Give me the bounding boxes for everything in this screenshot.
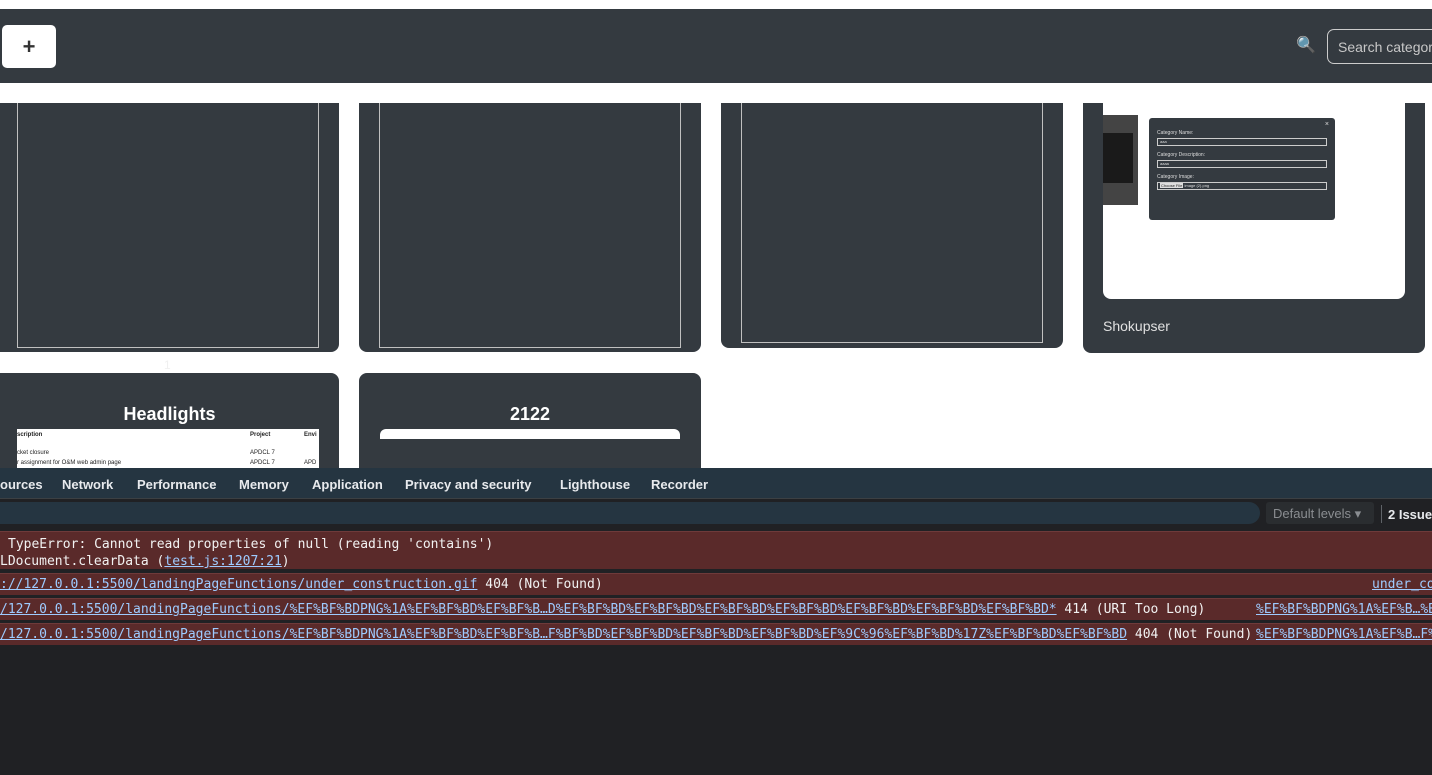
table-header: Project bbox=[250, 432, 271, 438]
console-error-row: TypeError: Cannot read properties of nul… bbox=[0, 531, 1432, 569]
error-message: TypeError: Cannot read properties of nul… bbox=[8, 537, 494, 552]
log-levels-dropdown[interactable]: Default levels ▾ bbox=[1266, 502, 1374, 524]
table-cell: APDCL 7 bbox=[250, 450, 275, 456]
table-cell: APDCL 7 bbox=[250, 460, 275, 466]
stack-prefix: LDocument.clearData ( bbox=[0, 554, 165, 569]
error-request: /127.0.0.1:5500/landingPageFunctions/%EF… bbox=[0, 602, 1205, 617]
devtools-tab-bar: ources Network Performance Memory Applic… bbox=[0, 468, 1432, 499]
card-title: 2122 bbox=[509, 404, 551, 424]
card-title: Shokupser bbox=[1103, 318, 1170, 334]
divider bbox=[1381, 505, 1382, 523]
tab-recorder[interactable]: Recorder bbox=[651, 477, 708, 492]
top-toolbar: + 🔍 bbox=[0, 9, 1432, 83]
issues-counter[interactable]: 2 Issues bbox=[1388, 507, 1432, 522]
source-link[interactable]: %EF%BF%BDPNG%1A%EF%B…%BD bbox=[1256, 602, 1432, 617]
devtools-panel: ources Network Performance Memory Applic… bbox=[0, 468, 1432, 775]
table-preview-image: scription Project Envi cket closure APDC… bbox=[17, 429, 319, 469]
card-garbled-title: □□�□�□� □A|�.�.�!□!H!u!�!�! bbox=[746, 355, 1021, 371]
request-url-link[interactable]: /127.0.0.1:5500/landingPageFunctions/%EF… bbox=[0, 602, 1057, 617]
card-garbled-title: �□□�n�□p��y�=�\���N□h7��� bbox=[380, 358, 691, 374]
category-card-shokupser[interactable]: × Category Name: aaa Category Descriptio… bbox=[1083, 103, 1425, 353]
form-label: Category Name: bbox=[1157, 130, 1194, 136]
form-label: Category Description: bbox=[1157, 152, 1206, 158]
search-input[interactable] bbox=[1327, 29, 1432, 64]
form-label: Category Image: bbox=[1157, 174, 1194, 180]
tab-sources[interactable]: ources bbox=[0, 477, 43, 492]
tab-network[interactable]: Network bbox=[62, 477, 113, 492]
search-icon: 🔍 bbox=[1296, 37, 1316, 54]
form-field: aaaa bbox=[1157, 160, 1327, 168]
console-filter-input[interactable] bbox=[0, 502, 1260, 524]
card-image-frame bbox=[379, 103, 681, 348]
source-link[interactable]: %EF%BF%BDPNG%1A%EF%B…F%BF bbox=[1256, 627, 1432, 642]
table-header: Envi bbox=[304, 432, 317, 438]
form-field: aaa bbox=[1157, 138, 1327, 146]
card-image bbox=[380, 429, 680, 439]
request-status: 404 (Not Found) bbox=[477, 577, 603, 592]
card-image-frame bbox=[17, 103, 319, 348]
tab-performance[interactable]: Performance bbox=[137, 477, 216, 492]
request-url-link[interactable]: ://127.0.0.1:5500/landingPageFunctions/u… bbox=[0, 577, 477, 592]
stack-suffix: ) bbox=[281, 554, 290, 569]
tab-application[interactable]: Application bbox=[312, 477, 383, 492]
card-image: × Category Name: aaa Category Descriptio… bbox=[1103, 103, 1405, 299]
card-image-frame bbox=[741, 103, 1043, 343]
category-card-headlights[interactable]: Headlights scription Project Envi cket c… bbox=[0, 373, 339, 483]
category-card[interactable] bbox=[721, 103, 1063, 348]
thumbnail-image bbox=[1103, 115, 1138, 205]
request-status: 404 (Not Found) bbox=[1127, 627, 1253, 642]
request-url-link[interactable]: /127.0.0.1:5500/landingPageFunctions/%EF… bbox=[0, 627, 1127, 642]
close-icon: × bbox=[1324, 121, 1329, 128]
screenshot-form-preview: × Category Name: aaa Category Descriptio… bbox=[1149, 118, 1335, 220]
category-card[interactable] bbox=[0, 103, 339, 352]
table-header: scription bbox=[17, 432, 43, 438]
category-card[interactable] bbox=[359, 103, 701, 352]
form-file-field: Choose File image (2).png bbox=[1157, 182, 1327, 190]
source-link[interactable]: test.js:1207:21 bbox=[164, 554, 281, 569]
console-filter-bar: Default levels ▾ 2 Issues bbox=[0, 499, 1432, 528]
console-error-row: /127.0.0.1:5500/landingPageFunctions/%EF… bbox=[0, 598, 1432, 620]
file-button: Choose File bbox=[1160, 183, 1184, 188]
file-name: image (2).png bbox=[1184, 183, 1210, 188]
request-status: 414 (URI Too Long) bbox=[1056, 602, 1206, 617]
console-error-row: /127.0.0.1:5500/landingPageFunctions/%EF… bbox=[0, 623, 1432, 645]
add-category-button[interactable]: + bbox=[2, 25, 56, 68]
table-cell: r assignment for O&M web admin page bbox=[17, 460, 122, 466]
card-title: Headlights bbox=[123, 404, 216, 424]
table-cell: APD bbox=[304, 460, 317, 466]
tab-memory[interactable]: Memory bbox=[239, 477, 289, 492]
source-link[interactable]: under_con bbox=[1372, 577, 1432, 592]
page: + 🔍 1 �□□�n�□p��y�=�\���N□h7��� □□�□�□� … bbox=[0, 0, 1432, 775]
console-error-row: ://127.0.0.1:5500/landingPageFunctions/u… bbox=[0, 573, 1432, 595]
tab-privacy-security[interactable]: Privacy and security bbox=[405, 477, 531, 492]
category-card-2122[interactable]: 2122 bbox=[359, 373, 701, 483]
error-request: /127.0.0.1:5500/landingPageFunctions/%EF… bbox=[0, 627, 1252, 642]
error-stack: LDocument.clearData (test.js:1207:21) bbox=[0, 554, 290, 569]
tab-lighthouse[interactable]: Lighthouse bbox=[560, 477, 630, 492]
card-caption: 1 bbox=[164, 358, 171, 372]
table-cell: cket closure bbox=[17, 450, 50, 456]
error-request: ://127.0.0.1:5500/landingPageFunctions/u… bbox=[0, 577, 603, 592]
